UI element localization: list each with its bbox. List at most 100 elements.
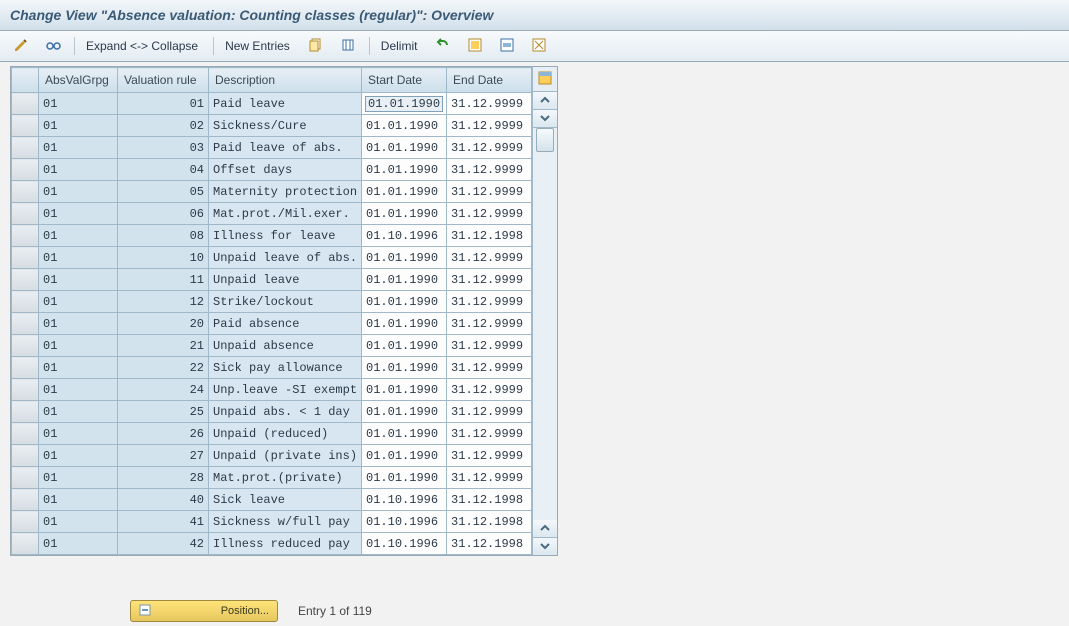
table-row[interactable]: 0106Mat.prot./Mil.exer.01.01.199031.12.9… [12, 203, 532, 225]
cell-absvalgrpg[interactable]: 01 [39, 467, 118, 489]
row-selector[interactable] [12, 203, 39, 225]
scroll-up-button[interactable] [533, 92, 557, 110]
cell-start-date[interactable]: 01.01.1990 [362, 445, 447, 467]
cell-valuation-rule[interactable]: 40 [118, 489, 209, 511]
cell-start-date[interactable]: 01.10.1996 [362, 533, 447, 555]
cell-start-date[interactable]: 01.01.1990 [362, 93, 447, 115]
cell-absvalgrpg[interactable]: 01 [39, 247, 118, 269]
cell-description[interactable]: Unpaid (reduced) [209, 423, 362, 445]
row-selector[interactable] [12, 313, 39, 335]
table-row[interactable]: 0121Unpaid absence01.01.199031.12.9999 [12, 335, 532, 357]
absence-valuation-table[interactable]: AbsValGrpg Valuation rule Description St… [11, 67, 532, 555]
cell-end-date[interactable]: 31.12.9999 [447, 203, 532, 225]
cell-description[interactable]: Unpaid leave [209, 269, 362, 291]
col-end-date[interactable]: End Date [447, 68, 532, 93]
row-selector[interactable] [12, 159, 39, 181]
cell-end-date[interactable]: 31.12.1998 [447, 225, 532, 247]
copy-as-button[interactable] [301, 35, 331, 57]
cell-absvalgrpg[interactable]: 01 [39, 115, 118, 137]
cell-valuation-rule[interactable]: 42 [118, 533, 209, 555]
cell-absvalgrpg[interactable]: 01 [39, 313, 118, 335]
new-entries-button[interactable]: New Entries [220, 35, 299, 57]
table-settings-button[interactable] [533, 67, 557, 92]
cell-end-date[interactable]: 31.12.9999 [447, 247, 532, 269]
cell-start-date[interactable]: 01.01.1990 [362, 313, 447, 335]
row-selector[interactable] [12, 533, 39, 555]
cell-description[interactable]: Sick pay allowance [209, 357, 362, 379]
row-selector[interactable] [12, 335, 39, 357]
cell-end-date[interactable]: 31.12.1998 [447, 511, 532, 533]
cell-end-date[interactable]: 31.12.9999 [447, 357, 532, 379]
cell-absvalgrpg[interactable]: 01 [39, 511, 118, 533]
cell-valuation-rule[interactable]: 26 [118, 423, 209, 445]
toggle-display-change-button[interactable] [6, 35, 36, 57]
table-row[interactable]: 0108Illness for leave01.10.199631.12.199… [12, 225, 532, 247]
cell-valuation-rule[interactable]: 27 [118, 445, 209, 467]
cell-end-date[interactable]: 31.12.9999 [447, 93, 532, 115]
cell-description[interactable]: Paid absence [209, 313, 362, 335]
cell-end-date[interactable]: 31.12.9999 [447, 423, 532, 445]
cell-description[interactable]: Offset days [209, 159, 362, 181]
cell-start-date[interactable]: 01.01.1990 [362, 247, 447, 269]
table-row[interactable]: 0110Unpaid leave of abs.01.01.199031.12.… [12, 247, 532, 269]
row-selector[interactable] [12, 115, 39, 137]
col-description[interactable]: Description [209, 68, 362, 93]
scroll-track[interactable] [533, 128, 557, 520]
cell-description[interactable]: Paid leave of abs. [209, 137, 362, 159]
row-selector[interactable] [12, 467, 39, 489]
cell-description[interactable]: Unpaid absence [209, 335, 362, 357]
cell-end-date[interactable]: 31.12.9999 [447, 401, 532, 423]
row-selector[interactable] [12, 357, 39, 379]
table-row[interactable]: 0141Sickness w/full pay01.10.199631.12.1… [12, 511, 532, 533]
table-row[interactable]: 0101Paid leave01.01.199031.12.9999 [12, 93, 532, 115]
cell-valuation-rule[interactable]: 03 [118, 137, 209, 159]
cell-start-date[interactable]: 01.10.1996 [362, 225, 447, 247]
cell-description[interactable]: Unpaid (private ins) [209, 445, 362, 467]
cell-absvalgrpg[interactable]: 01 [39, 357, 118, 379]
position-button[interactable]: Position... [130, 600, 278, 622]
cell-valuation-rule[interactable]: 20 [118, 313, 209, 335]
cell-absvalgrpg[interactable]: 01 [39, 533, 118, 555]
cell-description[interactable]: Maternity protection [209, 181, 362, 203]
cell-start-date[interactable]: 01.01.1990 [362, 159, 447, 181]
scroll-down-button[interactable] [533, 538, 557, 555]
table-row[interactable]: 0127Unpaid (private ins)01.01.199031.12.… [12, 445, 532, 467]
cell-absvalgrpg[interactable]: 01 [39, 423, 118, 445]
cell-description[interactable]: Unp.leave -SI exempt [209, 379, 362, 401]
cell-valuation-rule[interactable]: 24 [118, 379, 209, 401]
other-view-button[interactable] [38, 35, 68, 57]
cell-absvalgrpg[interactable]: 01 [39, 335, 118, 357]
cell-end-date[interactable]: 31.12.1998 [447, 489, 532, 511]
row-selector[interactable] [12, 379, 39, 401]
delimit-button[interactable]: Delimit [376, 35, 427, 57]
table-row[interactable]: 0122Sick pay allowance01.01.199031.12.99… [12, 357, 532, 379]
cell-end-date[interactable]: 31.12.9999 [447, 291, 532, 313]
cell-valuation-rule[interactable]: 01 [118, 93, 209, 115]
cell-valuation-rule[interactable]: 05 [118, 181, 209, 203]
cell-start-date[interactable]: 01.01.1990 [362, 115, 447, 137]
cell-absvalgrpg[interactable]: 01 [39, 269, 118, 291]
table-row[interactable]: 0105Maternity protection01.01.199031.12.… [12, 181, 532, 203]
cell-absvalgrpg[interactable]: 01 [39, 291, 118, 313]
table-row[interactable]: 0140Sick leave01.10.199631.12.1998 [12, 489, 532, 511]
cell-absvalgrpg[interactable]: 01 [39, 489, 118, 511]
col-select[interactable] [12, 68, 39, 93]
cell-end-date[interactable]: 31.12.9999 [447, 379, 532, 401]
table-row[interactable]: 0103Paid leave of abs.01.01.199031.12.99… [12, 137, 532, 159]
cell-valuation-rule[interactable]: 28 [118, 467, 209, 489]
cell-valuation-rule[interactable]: 04 [118, 159, 209, 181]
cell-description[interactable]: Sickness/Cure [209, 115, 362, 137]
col-absvalgrpg[interactable]: AbsValGrpg [39, 68, 118, 93]
row-selector[interactable] [12, 291, 39, 313]
cell-end-date[interactable]: 31.12.9999 [447, 445, 532, 467]
scroll-down-step-button[interactable] [533, 110, 557, 128]
col-valuation-rule[interactable]: Valuation rule [118, 68, 209, 93]
cell-valuation-rule[interactable]: 02 [118, 115, 209, 137]
cell-description[interactable]: Mat.prot.(private) [209, 467, 362, 489]
row-selector[interactable] [12, 181, 39, 203]
cell-absvalgrpg[interactable]: 01 [39, 93, 118, 115]
cell-end-date[interactable]: 31.12.9999 [447, 137, 532, 159]
row-selector[interactable] [12, 511, 39, 533]
scroll-thumb[interactable] [536, 128, 554, 152]
cell-valuation-rule[interactable]: 12 [118, 291, 209, 313]
